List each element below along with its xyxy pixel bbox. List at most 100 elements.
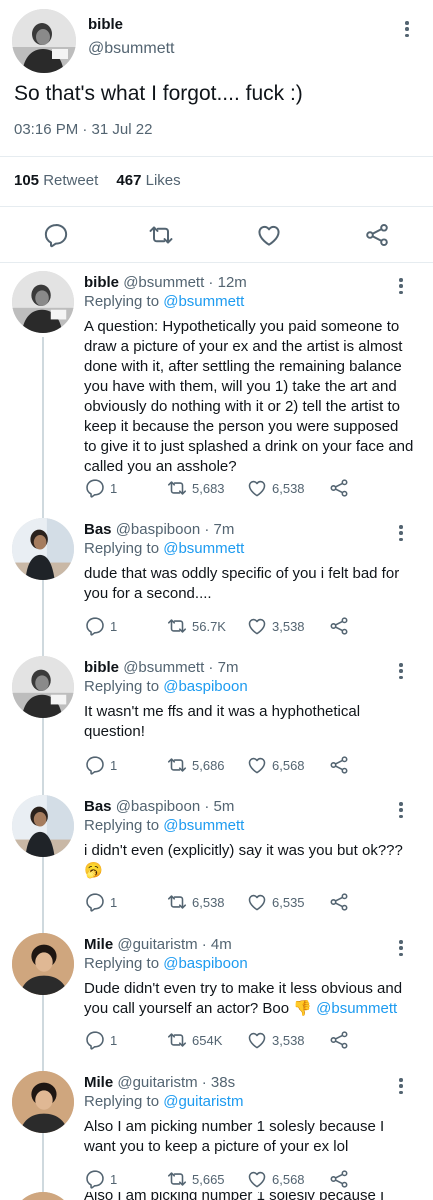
reply-icon[interactable]	[84, 754, 106, 776]
retweet-icon[interactable]	[166, 891, 188, 913]
avatar[interactable]	[12, 9, 76, 73]
author-name[interactable]: bible	[84, 274, 119, 291]
author-name[interactable]: bible	[88, 16, 123, 33]
share-icon[interactable]	[328, 891, 350, 913]
retweet-count: 6,538	[192, 894, 225, 910]
author-name[interactable]: Bas	[84, 798, 112, 815]
like-count: 6,535	[272, 894, 305, 910]
avatar[interactable]	[12, 271, 74, 333]
inline-mention[interactable]: @bsummett	[316, 1000, 397, 1017]
like-icon[interactable]	[246, 891, 268, 913]
share-icon[interactable]	[363, 221, 391, 249]
reply-actions: 1 5,665 6,568	[84, 1167, 384, 1191]
reply-icon[interactable]	[42, 221, 70, 249]
author-handle[interactable]: @bsummett · 7m	[123, 659, 238, 676]
reply-count: 1	[110, 618, 118, 634]
replying-label: Replying to	[84, 1093, 160, 1110]
share-icon[interactable]	[328, 615, 350, 637]
like-icon[interactable]	[246, 1168, 268, 1190]
replying-mention[interactable]: @bsummett	[163, 817, 244, 834]
author-name[interactable]: bible	[84, 659, 119, 676]
like-icon[interactable]	[246, 1029, 268, 1051]
replying-mention[interactable]: @bsummett	[163, 293, 244, 310]
like-icon[interactable]	[246, 477, 268, 499]
replying-label: Replying to	[84, 955, 160, 972]
replying-mention[interactable]: @guitaristm	[163, 1093, 243, 1110]
replying-label: Replying to	[84, 817, 160, 834]
replying-label: Replying to	[84, 540, 160, 557]
reply-icon[interactable]	[84, 1029, 106, 1051]
retweet-count: 5,665	[192, 1171, 225, 1187]
more-vert-icon[interactable]	[393, 660, 409, 682]
reply-text: Also I am picking number 1 solesly becau…	[84, 1192, 414, 1200]
retweet-count: 5,686	[192, 757, 225, 773]
share-icon[interactable]	[328, 754, 350, 776]
more-vert-icon[interactable]	[393, 799, 409, 821]
reply-text: Also I am picking number 1 solesly becau…	[84, 1118, 385, 1155]
avatar[interactable]	[12, 795, 74, 857]
author-handle[interactable]: @baspiboon · 5m	[116, 798, 235, 815]
author-name[interactable]: Mile	[84, 1074, 113, 1091]
reply-icon[interactable]	[84, 615, 106, 637]
like-count: 6,568	[272, 1171, 305, 1187]
more-vert-icon[interactable]	[393, 275, 409, 297]
retweet-icon[interactable]	[166, 754, 188, 776]
reply-count: 1	[110, 480, 118, 496]
author-handle[interactable]: @guitaristm · 38s	[117, 1074, 235, 1091]
replying-mention[interactable]: @baspiboon	[163, 678, 247, 695]
tweet-timestamp: 03:16 PM · 31 Jul 22	[14, 121, 153, 138]
author-handle[interactable]: @bsummett · 12m	[123, 274, 247, 291]
tweet-stats: 105 Retweet 467 Likes	[14, 172, 181, 189]
reply-icon[interactable]	[84, 1168, 106, 1190]
retweet-count: 56.7K	[192, 618, 226, 634]
share-icon[interactable]	[328, 1168, 350, 1190]
like-icon[interactable]	[255, 221, 283, 249]
more-vert-icon[interactable]	[393, 1075, 409, 1097]
avatar[interactable]	[12, 656, 74, 718]
reply-emoji: 🥱	[84, 862, 103, 879]
author-handle[interactable]: @bsummett	[88, 40, 174, 58]
reply-count: 1	[110, 757, 118, 773]
avatar[interactable]	[12, 1192, 74, 1200]
retweets-label[interactable]: Retweet	[43, 172, 98, 189]
retweet-icon[interactable]	[166, 477, 188, 499]
retweets-count[interactable]: 105	[14, 172, 39, 189]
reply-actions: 1 5,683 6,538	[84, 476, 384, 500]
retweet-icon[interactable]	[166, 615, 188, 637]
reply-actions: 1 56.7K 3,538	[84, 614, 384, 638]
like-icon[interactable]	[246, 754, 268, 776]
like-icon[interactable]	[246, 615, 268, 637]
retweet-icon[interactable]	[166, 1029, 188, 1051]
reply-icon[interactable]	[84, 891, 106, 913]
reply-icon[interactable]	[84, 477, 106, 499]
replying-label: Replying to	[84, 678, 160, 695]
tweet-actions	[0, 212, 433, 258]
like-count: 6,568	[272, 757, 305, 773]
tweet-text: So that's what I forgot.... fuck :)	[14, 82, 303, 105]
more-vert-icon[interactable]	[393, 937, 409, 959]
avatar[interactable]	[12, 518, 74, 580]
author-handle[interactable]: @baspiboon · 7m	[116, 521, 235, 538]
reply-actions: 1 6,538 6,535	[84, 890, 384, 914]
divider	[0, 156, 433, 157]
retweet-icon[interactable]	[166, 1168, 188, 1190]
like-count: 6,538	[272, 480, 305, 496]
more-vert-icon[interactable]	[393, 522, 409, 544]
share-icon[interactable]	[328, 477, 350, 499]
avatar[interactable]	[12, 1071, 74, 1133]
reply-actions: 1 5,686 6,568	[84, 753, 384, 777]
share-icon[interactable]	[328, 1029, 350, 1051]
replying-mention[interactable]: @baspiboon	[163, 955, 247, 972]
more-vert-icon[interactable]	[399, 18, 415, 40]
likes-count[interactable]: 467	[116, 172, 141, 189]
author-name[interactable]: Bas	[84, 521, 112, 538]
reply-count: 1	[110, 1032, 118, 1048]
avatar[interactable]	[12, 933, 74, 995]
likes-label[interactable]: Likes	[146, 172, 181, 189]
retweet-icon[interactable]	[147, 221, 175, 249]
replying-mention[interactable]: @bsummett	[163, 540, 244, 557]
author-handle[interactable]: @guitaristm · 4m	[117, 936, 231, 953]
reply-count: 1	[110, 1171, 118, 1187]
author-name[interactable]: Mile	[84, 936, 113, 953]
reply-tweet-partial[interactable]: Also I am picking number 1 solesly becau…	[0, 1192, 433, 1200]
